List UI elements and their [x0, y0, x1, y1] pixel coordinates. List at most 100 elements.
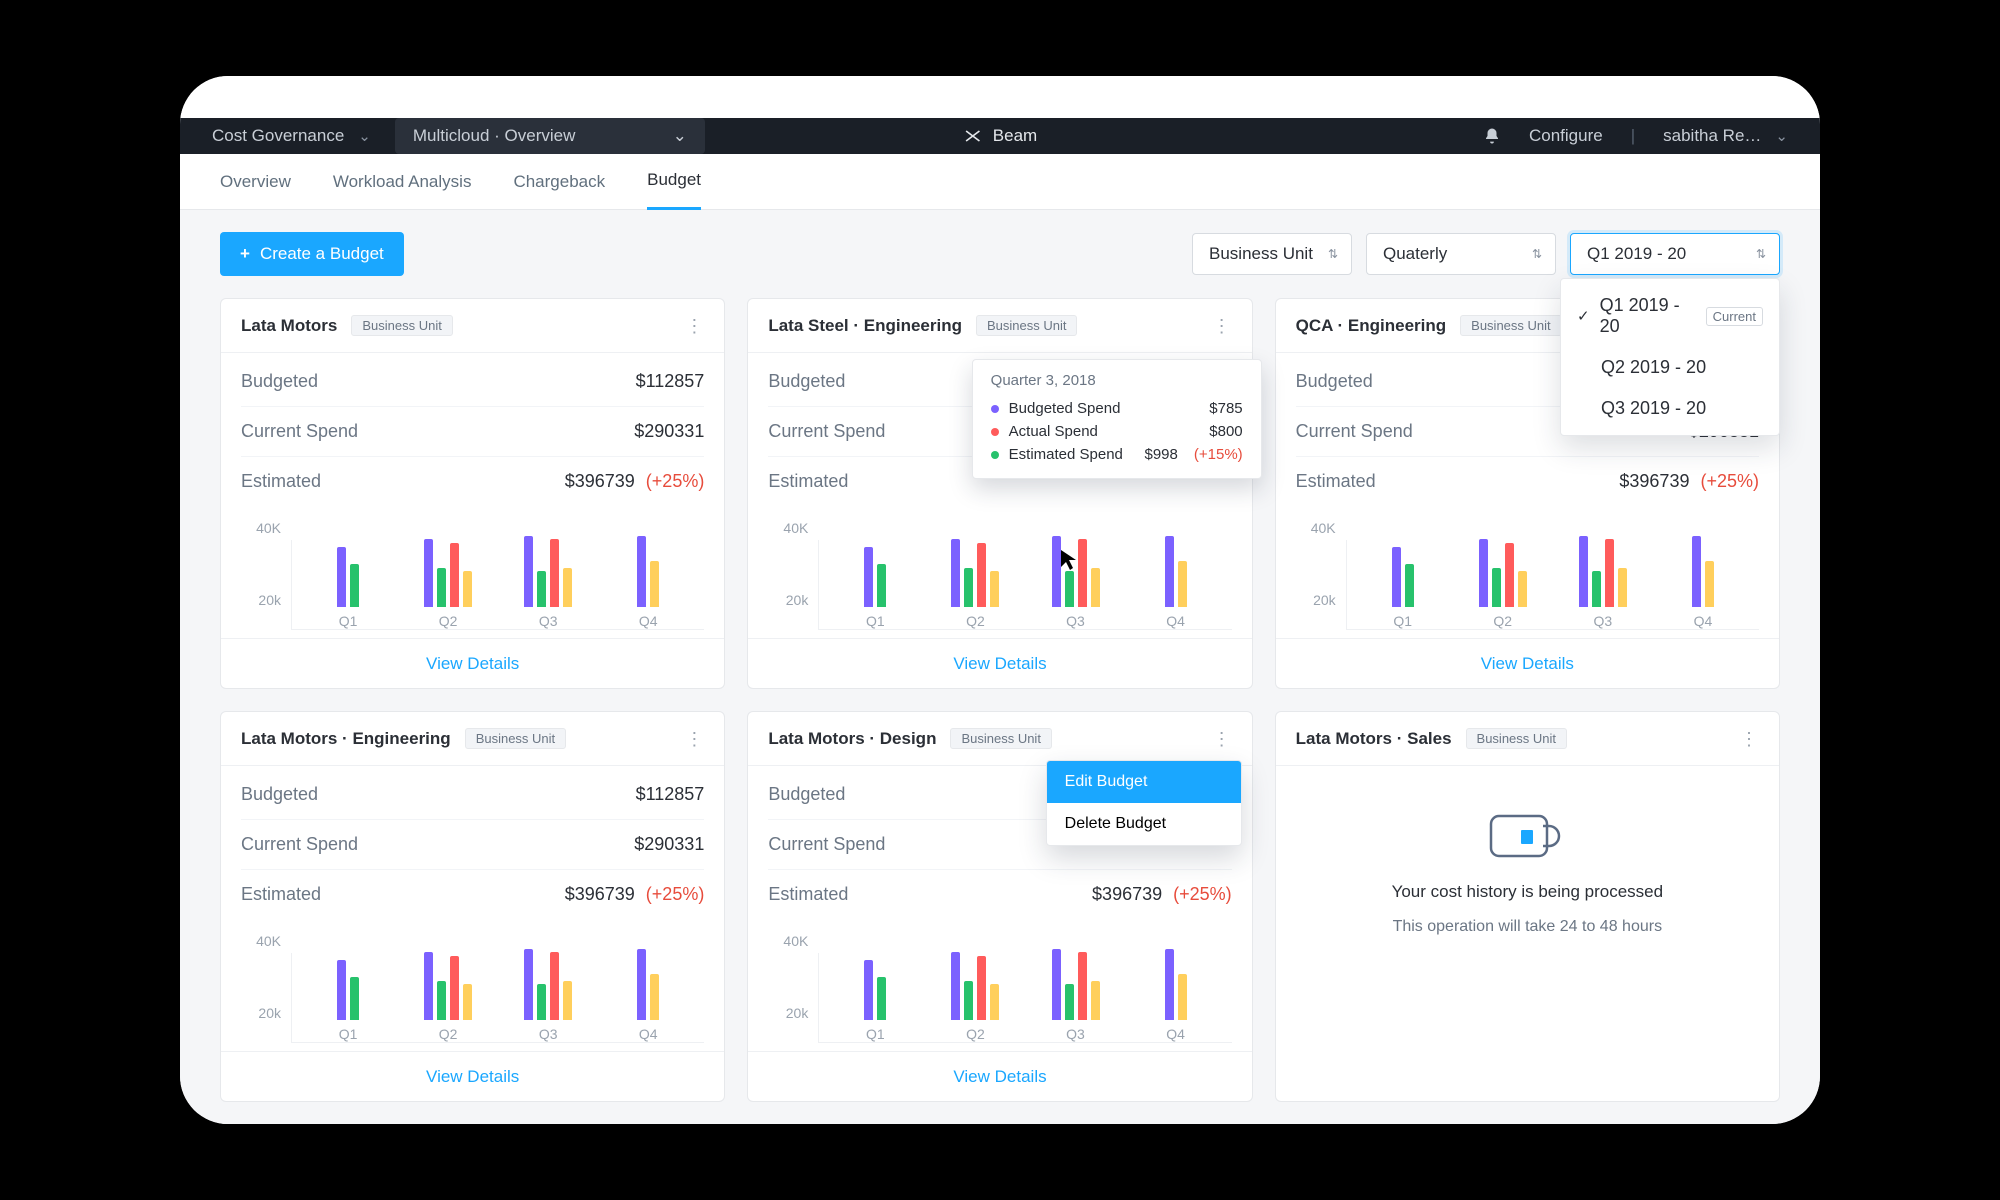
period-dropdown-panel: Q1 2019 - 20CurrentQ2 2019 - 20Q3 2019 -…: [1560, 278, 1780, 436]
view-details-link[interactable]: View Details: [953, 654, 1046, 673]
delete-budget-item[interactable]: Delete Budget: [1047, 803, 1241, 845]
bar[interactable]: [550, 539, 559, 607]
bar[interactable]: [864, 547, 873, 607]
bar[interactable]: [964, 981, 973, 1020]
kebab-menu-icon[interactable]: ⋮: [684, 324, 704, 328]
metric-delta: (+25%): [641, 884, 705, 904]
metric-label: Current Spend: [241, 421, 358, 442]
bar[interactable]: [1178, 561, 1187, 607]
nav-dropdown[interactable]: Cost Governance: [212, 126, 371, 146]
bar[interactable]: [350, 977, 359, 1020]
create-budget-button[interactable]: Create a Budget: [220, 232, 404, 276]
bar[interactable]: [1705, 561, 1714, 607]
edit-budget-item[interactable]: Edit Budget: [1047, 761, 1241, 803]
bar[interactable]: [1178, 974, 1187, 1020]
bar[interactable]: [1492, 568, 1501, 607]
bar[interactable]: [524, 949, 533, 1020]
bar[interactable]: [864, 960, 873, 1020]
bar[interactable]: [1692, 536, 1701, 607]
bar[interactable]: [463, 984, 472, 1020]
bar[interactable]: [450, 543, 459, 607]
bar[interactable]: [990, 984, 999, 1020]
tab-budget[interactable]: Budget: [647, 153, 701, 210]
view-details-link[interactable]: View Details: [426, 1067, 519, 1086]
bar[interactable]: [977, 956, 986, 1020]
bar[interactable]: [1065, 984, 1074, 1020]
bar[interactable]: [1479, 539, 1488, 607]
user-menu[interactable]: sabitha Re…: [1663, 126, 1788, 146]
bar[interactable]: [1078, 539, 1087, 607]
kebab-menu-icon[interactable]: ⋮: [1739, 737, 1759, 741]
view-details-link[interactable]: View Details: [953, 1067, 1046, 1086]
tooltip-series-name: Budgeted Spend: [1009, 400, 1200, 417]
bar[interactable]: [977, 543, 986, 607]
view-details-link[interactable]: View Details: [1481, 654, 1574, 673]
bar[interactable]: [877, 564, 886, 607]
interval-select[interactable]: Quaterly ⇅: [1366, 233, 1556, 275]
tab-chargeback[interactable]: Chargeback: [513, 155, 605, 209]
x-tick: Q3: [539, 613, 558, 629]
bar[interactable]: [437, 981, 446, 1020]
bar[interactable]: [337, 547, 346, 607]
sort-icon: ⇅: [1532, 247, 1539, 261]
quarterly-chart: 40K20kQ1Q2Q3Q4: [748, 510, 1251, 638]
bar[interactable]: [1091, 568, 1100, 607]
kebab-menu-icon[interactable]: ⋮: [684, 737, 704, 741]
bar[interactable]: [650, 974, 659, 1020]
bar[interactable]: [1605, 539, 1614, 607]
bar[interactable]: [350, 564, 359, 607]
x-tick: Q3: [1594, 613, 1613, 629]
bar[interactable]: [1618, 568, 1627, 607]
bar[interactable]: [1165, 536, 1174, 607]
bar[interactable]: [1065, 571, 1074, 607]
business-unit-tag: Business Unit: [950, 728, 1051, 749]
period-option[interactable]: Q3 2019 - 20: [1561, 388, 1779, 429]
period-select[interactable]: Q1 2019 - 20 ⇅: [1570, 233, 1780, 275]
bar[interactable]: [877, 977, 886, 1020]
bar[interactable]: [1165, 949, 1174, 1020]
bell-icon[interactable]: [1483, 127, 1501, 145]
bar[interactable]: [563, 568, 572, 607]
bar[interactable]: [1505, 543, 1514, 607]
bar[interactable]: [637, 536, 646, 607]
period-option[interactable]: Q2 2019 - 20: [1561, 347, 1779, 388]
business-unit-tag: Business Unit: [465, 728, 566, 749]
view-details-link[interactable]: View Details: [426, 654, 519, 673]
bar[interactable]: [951, 952, 960, 1020]
bar[interactable]: [650, 561, 659, 607]
bar[interactable]: [1052, 536, 1061, 607]
bar[interactable]: [1052, 949, 1061, 1020]
bar[interactable]: [1592, 571, 1601, 607]
kebab-menu-icon[interactable]: ⋮: [1212, 737, 1232, 741]
bar[interactable]: [537, 571, 546, 607]
bar[interactable]: [563, 981, 572, 1020]
bar[interactable]: [524, 536, 533, 607]
bar[interactable]: [637, 949, 646, 1020]
bar[interactable]: [1392, 547, 1401, 607]
bar[interactable]: [1518, 571, 1527, 607]
bar[interactable]: [337, 960, 346, 1020]
bar[interactable]: [1405, 564, 1414, 607]
x-tick: Q1: [339, 613, 358, 629]
bar[interactable]: [537, 984, 546, 1020]
bar[interactable]: [1579, 536, 1588, 607]
bar[interactable]: [1078, 952, 1087, 1020]
bar[interactable]: [964, 568, 973, 607]
bar[interactable]: [424, 539, 433, 607]
bar[interactable]: [424, 952, 433, 1020]
bar[interactable]: [951, 539, 960, 607]
kebab-menu-icon[interactable]: ⋮: [1212, 324, 1232, 328]
bar[interactable]: [450, 956, 459, 1020]
bar[interactable]: [990, 571, 999, 607]
scope-select[interactable]: Multicloud · Overview ⌄: [395, 118, 705, 154]
tab-overview[interactable]: Overview: [220, 155, 291, 209]
metric-label: Budgeted: [241, 371, 318, 392]
bar[interactable]: [437, 568, 446, 607]
business-unit-select[interactable]: Business Unit ⇅: [1192, 233, 1352, 275]
bar[interactable]: [1091, 981, 1100, 1020]
bar[interactable]: [463, 571, 472, 607]
tab-workload-analysis[interactable]: Workload Analysis: [333, 155, 472, 209]
bar[interactable]: [550, 952, 559, 1020]
period-option[interactable]: Q1 2019 - 20Current: [1561, 285, 1779, 347]
configure-link[interactable]: Configure: [1529, 126, 1603, 146]
